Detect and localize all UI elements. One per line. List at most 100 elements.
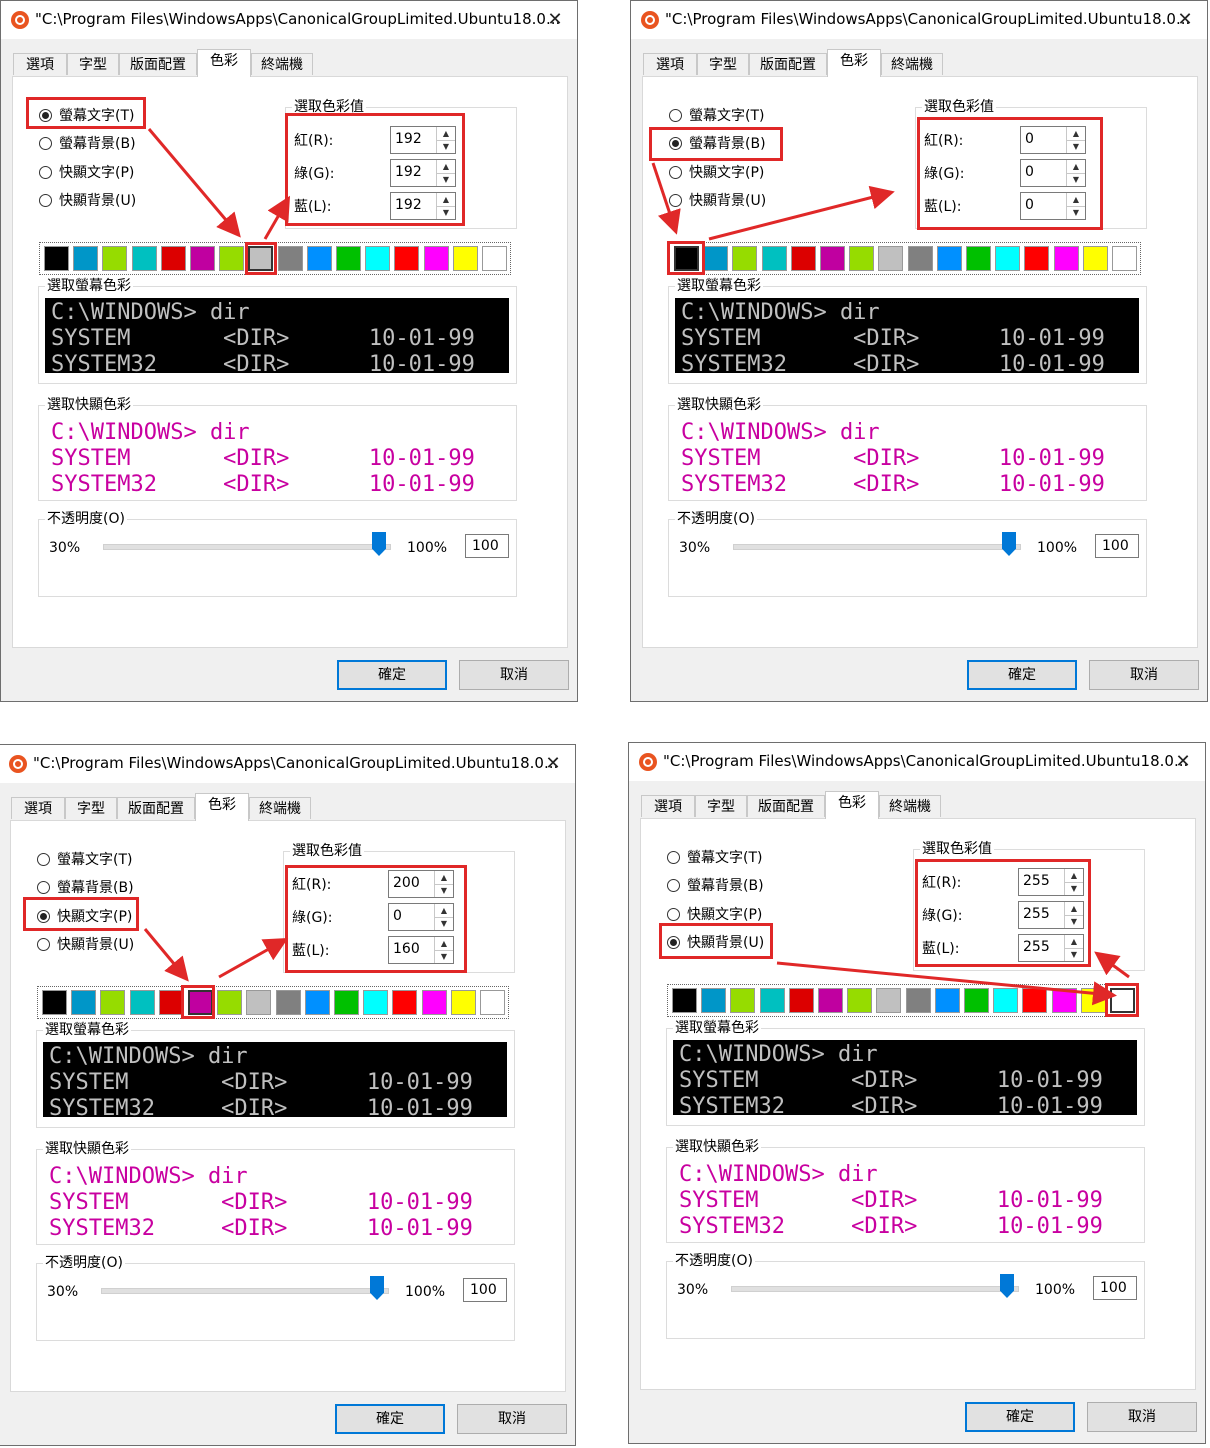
spin-up-icon[interactable]: ▲ xyxy=(434,904,453,918)
color-swatch[interactable] xyxy=(1024,246,1050,271)
color-swatch[interactable] xyxy=(790,246,816,271)
spin-down-icon[interactable]: ▼ xyxy=(436,206,455,219)
color-swatch[interactable] xyxy=(246,990,272,1015)
color-swatch[interactable] xyxy=(849,246,875,271)
radio-button[interactable] xyxy=(39,137,52,150)
color-swatch[interactable] xyxy=(102,246,128,271)
color-swatch[interactable] xyxy=(1080,988,1106,1013)
color-swatch[interactable] xyxy=(701,988,727,1013)
rgb-spinner[interactable]: 0 ▲ ▼ xyxy=(1020,192,1086,220)
color-swatch[interactable] xyxy=(129,990,155,1015)
color-swatch[interactable] xyxy=(761,246,787,271)
color-swatch[interactable] xyxy=(788,988,814,1013)
color-swatch[interactable] xyxy=(905,988,931,1013)
color-swatch[interactable] xyxy=(820,246,845,271)
rgb-spinner[interactable]: 0 ▲ ▼ xyxy=(1020,159,1086,187)
rgb-spinner[interactable]: 192 ▲ ▼ xyxy=(390,192,456,220)
tab-1[interactable]: 字型 xyxy=(67,53,119,75)
radio-button[interactable] xyxy=(37,853,50,866)
color-swatch[interactable] xyxy=(1051,988,1077,1013)
spin-down-icon[interactable]: ▼ xyxy=(1064,882,1083,895)
color-swatch[interactable] xyxy=(964,988,989,1013)
ok-button[interactable]: 確定 xyxy=(967,660,1077,690)
color-swatch[interactable] xyxy=(1112,246,1137,271)
color-swatch[interactable] xyxy=(1082,246,1108,271)
color-swatch[interactable] xyxy=(672,988,697,1013)
rgb-spinner[interactable]: 255 ▲ ▼ xyxy=(1018,901,1084,929)
opacity-value-field[interactable]: 100 xyxy=(1095,534,1139,558)
color-swatch[interactable] xyxy=(759,988,785,1013)
color-swatch[interactable] xyxy=(450,990,476,1015)
spin-down-icon[interactable]: ▼ xyxy=(1064,948,1083,961)
rgb-value[interactable]: 255 xyxy=(1023,873,1050,889)
color-swatch[interactable] xyxy=(334,990,359,1015)
rgb-spinner[interactable]: 0 ▲ ▼ xyxy=(388,903,454,931)
color-swatch[interactable] xyxy=(732,246,758,271)
radio-button[interactable] xyxy=(669,137,682,150)
radio-button[interactable] xyxy=(669,194,682,207)
tab-0[interactable]: 選項 xyxy=(643,53,697,75)
opacity-slider-track[interactable] xyxy=(733,544,1021,550)
color-swatch[interactable] xyxy=(1022,988,1048,1013)
color-swatch[interactable] xyxy=(160,246,186,271)
color-swatch[interactable] xyxy=(306,246,332,271)
opacity-slider-track[interactable] xyxy=(731,1286,1019,1292)
color-swatch[interactable] xyxy=(336,246,361,271)
radio-button[interactable] xyxy=(37,881,50,894)
color-swatch[interactable] xyxy=(392,990,418,1015)
rgb-value[interactable]: 0 xyxy=(1025,197,1034,213)
color-swatch[interactable] xyxy=(674,246,699,271)
color-swatch[interactable] xyxy=(966,246,991,271)
rgb-spinner[interactable]: 0 ▲ ▼ xyxy=(1020,126,1086,154)
color-swatch[interactable] xyxy=(100,990,126,1015)
radio-button[interactable] xyxy=(667,908,680,921)
color-swatch[interactable] xyxy=(995,246,1021,271)
color-swatch[interactable] xyxy=(363,990,389,1015)
opacity-value-field[interactable]: 100 xyxy=(1093,1276,1137,1300)
spin-up-icon[interactable]: ▲ xyxy=(436,193,455,207)
opacity-value-field[interactable]: 100 xyxy=(463,1278,507,1302)
tab-3[interactable]: 色彩 xyxy=(197,49,251,77)
tab-2[interactable]: 版面配置 xyxy=(749,53,827,75)
spin-up-icon[interactable]: ▲ xyxy=(434,871,453,885)
color-swatch[interactable] xyxy=(277,246,303,271)
rgb-value[interactable]: 255 xyxy=(1023,906,1050,922)
opacity-slider-track[interactable] xyxy=(103,544,391,550)
tab-1[interactable]: 字型 xyxy=(697,53,749,75)
rgb-value[interactable]: 0 xyxy=(1025,131,1034,147)
radio-button[interactable] xyxy=(37,938,50,951)
spin-up-icon[interactable]: ▲ xyxy=(434,937,453,951)
rgb-spinner[interactable]: 192 ▲ ▼ xyxy=(390,159,456,187)
tab-2[interactable]: 版面配置 xyxy=(747,795,825,817)
spin-down-icon[interactable]: ▼ xyxy=(434,950,453,963)
tab-4[interactable]: 終端機 xyxy=(249,797,311,819)
spin-up-icon[interactable]: ▲ xyxy=(1064,935,1083,949)
close-button[interactable]: ✕ xyxy=(537,749,569,779)
color-swatch[interactable] xyxy=(365,246,391,271)
color-swatch[interactable] xyxy=(480,990,505,1015)
color-swatch[interactable] xyxy=(1053,246,1079,271)
close-button[interactable]: ✕ xyxy=(1167,747,1199,777)
spin-down-icon[interactable]: ▼ xyxy=(436,173,455,186)
rgb-value[interactable]: 192 xyxy=(395,131,422,147)
tab-4[interactable]: 終端機 xyxy=(251,53,313,75)
radio-button[interactable] xyxy=(669,166,682,179)
color-swatch[interactable] xyxy=(907,246,933,271)
rgb-value[interactable]: 192 xyxy=(395,164,422,180)
rgb-spinner[interactable]: 160 ▲ ▼ xyxy=(388,936,454,964)
radio-button[interactable] xyxy=(667,936,680,949)
tab-4[interactable]: 終端機 xyxy=(879,795,941,817)
rgb-value[interactable]: 192 xyxy=(395,197,422,213)
tab-4[interactable]: 終端機 xyxy=(881,53,943,75)
radio-button[interactable] xyxy=(667,879,680,892)
spin-up-icon[interactable]: ▲ xyxy=(1066,127,1085,141)
color-swatch[interactable] xyxy=(71,990,97,1015)
color-swatch[interactable] xyxy=(73,246,99,271)
radio-button[interactable] xyxy=(37,910,50,923)
color-swatch[interactable] xyxy=(42,990,67,1015)
close-button[interactable]: ✕ xyxy=(539,5,571,35)
tab-1[interactable]: 字型 xyxy=(65,797,117,819)
spin-down-icon[interactable]: ▼ xyxy=(436,140,455,153)
rgb-value[interactable]: 200 xyxy=(393,875,420,891)
color-swatch[interactable] xyxy=(248,246,274,271)
